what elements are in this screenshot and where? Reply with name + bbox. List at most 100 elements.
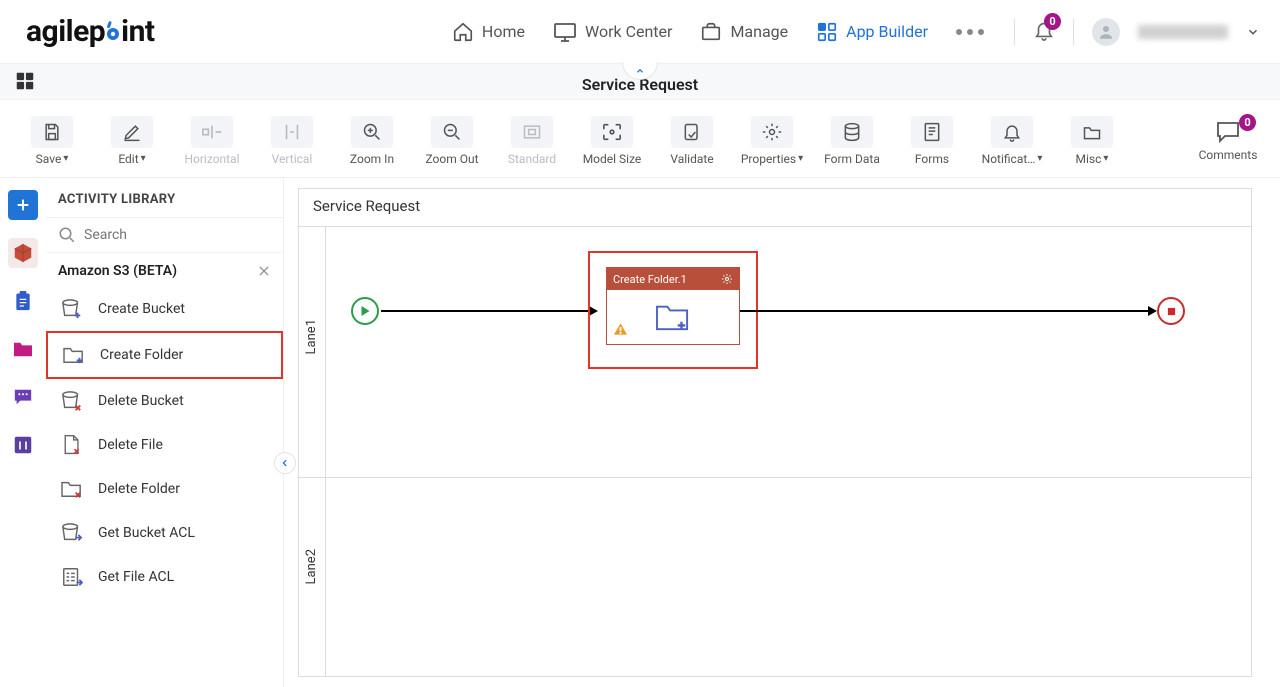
- arrow-head-icon: [1148, 306, 1157, 316]
- folder-add-icon: [654, 301, 692, 333]
- zoom-in-button[interactable]: Zoom In: [334, 116, 410, 166]
- end-node[interactable]: [1157, 297, 1185, 325]
- connector: [740, 310, 1150, 312]
- search-input[interactable]: [84, 227, 271, 243]
- bucket-acl-icon: [60, 522, 84, 544]
- validate-icon: [682, 122, 702, 142]
- lane-divider: [299, 477, 1251, 478]
- lib-item-create-bucket[interactable]: Create Bucket: [46, 287, 283, 331]
- library-search[interactable]: [46, 218, 283, 253]
- nav-more[interactable]: [956, 29, 984, 35]
- validate-button[interactable]: Validate: [654, 116, 730, 166]
- file-acl-icon: [61, 566, 83, 588]
- vertical-button[interactable]: Vertical: [254, 116, 330, 166]
- zoom-in-icon: [362, 122, 382, 142]
- chevron-left-icon: [280, 458, 290, 468]
- form-data-button[interactable]: Form Data: [814, 116, 890, 166]
- rail-folder[interactable]: [8, 334, 38, 364]
- nav-home-label: Home: [482, 22, 525, 41]
- nav-manage-label: Manage: [730, 22, 788, 41]
- notification-badge: 0: [1044, 13, 1061, 30]
- rail-extensions[interactable]: I I: [8, 430, 38, 460]
- play-icon: [360, 305, 371, 317]
- notifications-bell[interactable]: 0: [1033, 19, 1055, 45]
- toolbar: Save▾ Edit▾ Horizontal Vertical Zoom In …: [0, 100, 1280, 178]
- forms-icon: [923, 122, 941, 142]
- nav-work-center[interactable]: Work Center: [553, 21, 672, 43]
- nav-manage[interactable]: Manage: [700, 21, 788, 43]
- rail-activities[interactable]: [8, 238, 38, 268]
- zoom-out-icon: [442, 122, 462, 142]
- horizontal-button[interactable]: Horizontal: [174, 116, 250, 166]
- gear-icon: [762, 122, 782, 142]
- left-rail: I I: [0, 178, 46, 687]
- canvas-wrap: Service Request Lane1 Lane2 Create Folde…: [284, 178, 1280, 687]
- lib-item-delete-folder[interactable]: Delete Folder: [46, 467, 283, 511]
- chevron-up-icon: [634, 66, 646, 76]
- comments-button[interactable]: 0 Comments: [1190, 120, 1266, 162]
- chat-icon: [12, 387, 34, 407]
- fit-standard-icon: [522, 123, 542, 141]
- connector: [381, 310, 591, 312]
- clipboard-icon: [13, 290, 33, 312]
- app-grid-button[interactable]: [14, 70, 36, 96]
- forms-button[interactable]: Forms: [894, 116, 970, 166]
- user-name: [1138, 25, 1228, 39]
- lane-divider: [299, 226, 1251, 227]
- misc-button[interactable]: Misc▾: [1054, 116, 1130, 166]
- person-icon: [1097, 23, 1115, 41]
- caret-icon: ▾: [63, 153, 68, 164]
- library-title: ACTIVITY LIBRARY: [46, 178, 283, 218]
- standard-button[interactable]: Standard: [494, 116, 570, 166]
- nav-app-builder[interactable]: App Builder: [816, 21, 928, 43]
- lib-item-delete-file[interactable]: Delete File: [46, 423, 283, 467]
- svg-text:I I: I I: [18, 440, 27, 453]
- folder-icon: [1082, 123, 1102, 141]
- zoom-out-button[interactable]: Zoom Out: [414, 116, 490, 166]
- start-node[interactable]: [351, 297, 379, 325]
- activity-create-folder[interactable]: Create Folder.1: [606, 267, 740, 345]
- nav-app-builder-label: App Builder: [846, 22, 928, 41]
- chevron-down-icon[interactable]: [1246, 25, 1260, 39]
- library-group[interactable]: Amazon S3 (BETA): [46, 253, 283, 287]
- save-icon: [42, 122, 62, 142]
- lib-item-delete-bucket[interactable]: Delete Bucket: [46, 379, 283, 423]
- gear-icon[interactable]: [721, 273, 733, 285]
- stop-icon: [1167, 307, 1176, 316]
- lib-item-get-bucket-acl[interactable]: Get Bucket ACL: [46, 511, 283, 555]
- collapse-library[interactable]: [274, 452, 296, 474]
- comment-icon: [1215, 120, 1241, 144]
- lib-item-create-folder[interactable]: Create Folder: [46, 331, 283, 379]
- edit-button[interactable]: Edit▾: [94, 116, 170, 166]
- close-icon[interactable]: [257, 264, 271, 278]
- divider: [1014, 19, 1015, 45]
- canvas-title: Service Request: [313, 197, 420, 215]
- subheader: Service Request: [0, 64, 1280, 100]
- add-button[interactable]: [8, 190, 38, 220]
- folder-delete-icon: [60, 479, 84, 499]
- rail-chat[interactable]: [8, 382, 38, 412]
- activity-label: Create Folder.1: [613, 273, 687, 286]
- model-size-icon: [601, 122, 623, 142]
- rail-clipboard[interactable]: [8, 286, 38, 316]
- activity-library: ACTIVITY LIBRARY Amazon S3 (BETA) Create…: [46, 178, 284, 687]
- file-delete-icon: [62, 434, 82, 456]
- lib-item-get-file-acl[interactable]: Get File ACL: [46, 555, 283, 599]
- user-avatar[interactable]: [1092, 18, 1120, 46]
- notifications-button[interactable]: Notificat…▾: [974, 116, 1050, 166]
- align-vertical-icon: [283, 122, 301, 142]
- nav-home[interactable]: Home: [452, 21, 525, 43]
- bell-icon: [1002, 122, 1022, 142]
- lane1-label: Lane1: [304, 319, 319, 354]
- plus-icon: [15, 197, 31, 213]
- nav-work-center-label: Work Center: [585, 22, 672, 41]
- process-canvas[interactable]: Service Request Lane1 Lane2 Create Folde…: [298, 188, 1252, 677]
- folder-add-icon: [62, 345, 86, 365]
- model-size-button[interactable]: Model Size: [574, 116, 650, 166]
- save-button[interactable]: Save▾: [14, 116, 90, 166]
- main: I I ACTIVITY LIBRARY Amazon S3 (BETA) Cr…: [0, 178, 1280, 687]
- properties-button[interactable]: Properties▾: [734, 116, 810, 166]
- logo: agilepint: [26, 14, 155, 49]
- bucket-delete-icon: [60, 390, 84, 412]
- divider: [1073, 19, 1074, 45]
